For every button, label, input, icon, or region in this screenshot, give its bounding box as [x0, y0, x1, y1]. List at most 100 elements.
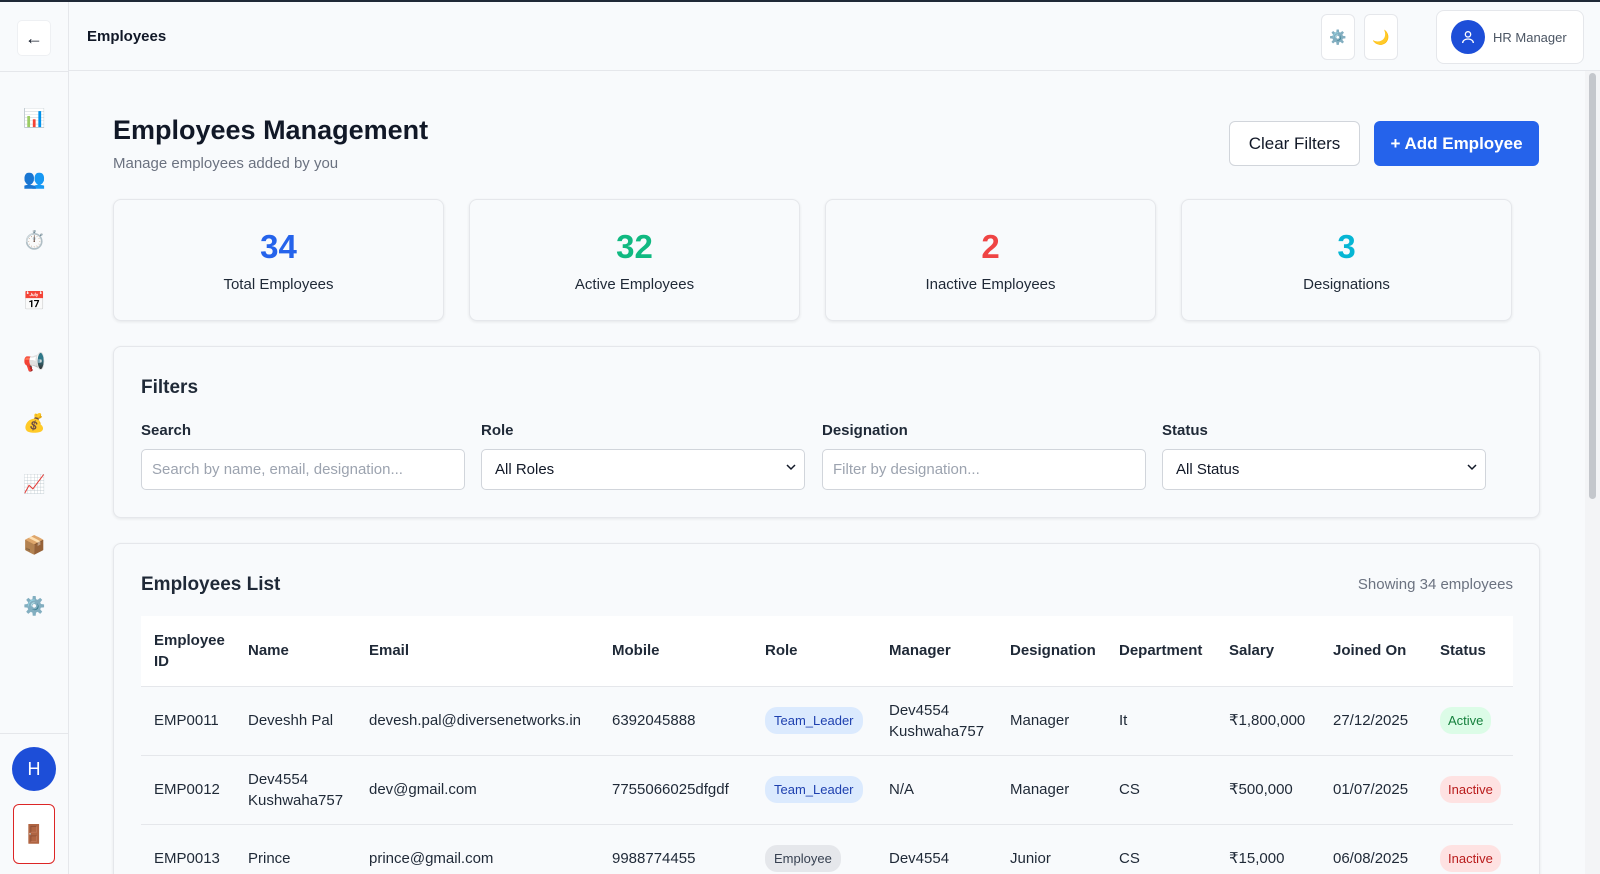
cell-mobile: 9988774455 [599, 824, 752, 874]
cell-employee-id: EMP0013 [141, 824, 235, 874]
page-scrollbar[interactable] [1585, 71, 1600, 874]
role-select[interactable]: All Roles [481, 449, 805, 490]
cell-employee-id: EMP0012 [141, 755, 235, 825]
door-icon: 🚪 [22, 823, 46, 844]
cell-joined: 27/12/2025 [1320, 686, 1427, 756]
sidebar-item-announcements[interactable]: 📢 [0, 332, 69, 393]
status-select-value: All Status [1176, 461, 1240, 478]
column-header[interactable]: Role [752, 616, 876, 687]
sidebar-item-reports[interactable]: 📈 [0, 454, 69, 515]
cell-department: CS [1106, 824, 1216, 874]
cell-department: It [1106, 686, 1216, 756]
cell-designation: Junior [997, 824, 1106, 874]
cell-name: Dev4554 Kushwaha757 [235, 755, 356, 825]
search-label: Search [141, 422, 192, 439]
cell-role: Employee [752, 824, 876, 874]
stat-value: 32 [616, 228, 653, 265]
status-select[interactable]: All Status [1162, 449, 1486, 490]
column-header[interactable]: Mobile [599, 616, 752, 687]
sidebar-item-settings[interactable]: ⚙️ [0, 576, 69, 637]
stat-card-inactive: 2 Inactive Employees [825, 199, 1156, 321]
avatar[interactable]: H [12, 747, 56, 791]
sidebar-item-dashboard[interactable]: 📊 [0, 88, 69, 149]
cell-status: Inactive [1427, 824, 1513, 874]
column-header[interactable]: Joined On [1320, 616, 1427, 687]
cell-salary: ₹15,000 [1216, 824, 1320, 874]
stat-label: Total Employees [223, 276, 334, 293]
sidebar-item-attendance[interactable]: ⏱️ [0, 210, 69, 271]
moon-icon: 🌙 [1372, 28, 1390, 45]
column-header[interactable]: Employee ID [141, 616, 235, 687]
sidebar-divider [0, 733, 69, 734]
gear-icon: ⚙️ [1329, 28, 1347, 45]
designation-input[interactable]: Filter by designation... [822, 449, 1146, 490]
cell-designation: Manager [997, 686, 1106, 756]
stat-value: 34 [260, 228, 297, 265]
column-header[interactable]: Name [235, 616, 356, 687]
stat-card-total: 34 Total Employees [113, 199, 444, 321]
cell-email: devesh.pal@diversenetworks.in [356, 686, 599, 756]
cell-status: Inactive [1427, 755, 1513, 825]
list-title: Employees List [141, 574, 281, 595]
sidebar-item-calendar[interactable]: 📅 [0, 271, 69, 332]
role-badge: Employee [765, 845, 841, 872]
cell-role: Team_Leader [752, 755, 876, 825]
stat-label: Designations [1303, 276, 1390, 293]
cell-role: Team_Leader [752, 686, 876, 756]
top-header: Employees ⚙️ 🌙 HR Manager [69, 2, 1600, 71]
filters-title: Filters [141, 377, 199, 398]
stat-value: 3 [1337, 228, 1356, 265]
cell-salary: ₹1,800,000 [1216, 686, 1320, 756]
sidebar: ← 📊 👥 ⏱️ 📅 📢 💰 📈 📦 ⚙️ H 🚪 [0, 2, 69, 874]
cell-manager: Dev4554 Kushwaha757 [876, 686, 997, 756]
search-input[interactable]: Search by name, email, designation... [141, 449, 465, 490]
sidebar-item-payroll[interactable]: 💰 [0, 393, 69, 454]
status-badge: Inactive [1440, 845, 1501, 872]
column-header[interactable]: Designation [997, 616, 1106, 687]
user-menu[interactable]: HR Manager [1436, 10, 1584, 64]
column-header[interactable]: Department [1106, 616, 1216, 687]
employee-count: Showing 34 employees [1357, 576, 1513, 593]
package-icon: 📦 [23, 535, 46, 555]
column-header[interactable]: Status [1427, 616, 1513, 687]
user-role-label: HR Manager [1493, 29, 1567, 45]
arrow-left-icon: ← [25, 27, 43, 48]
cell-mobile: 6392045888 [599, 686, 752, 756]
settings-button[interactable]: ⚙️ [1321, 14, 1355, 60]
main-content: Employees Management Manage employees ad… [69, 71, 1585, 874]
cell-joined: 06/08/2025 [1320, 824, 1427, 874]
calendar-icon: 📅 [23, 291, 46, 311]
column-header[interactable]: Salary [1216, 616, 1320, 687]
table-row[interactable]: EMP0012 Dev4554 Kushwaha757 dev@gmail.co… [141, 755, 1513, 825]
stat-label: Active Employees [574, 276, 695, 293]
page-title: Employees Management [113, 115, 429, 145]
clear-filters-button[interactable]: Clear Filters [1229, 121, 1360, 166]
table-row[interactable]: EMP0011 Deveshh Pal devesh.pal@diversene… [141, 686, 1513, 756]
scrollbar-thumb[interactable] [1589, 73, 1596, 499]
column-header[interactable]: Email [356, 616, 599, 687]
logout-button[interactable]: 🚪 [13, 804, 55, 864]
stat-card-designations: 3 Designations [1181, 199, 1512, 321]
users-icon: 👥 [23, 169, 46, 189]
cell-joined: 01/07/2025 [1320, 755, 1427, 825]
cell-department: CS [1106, 755, 1216, 825]
sidebar-item-assets[interactable]: 📦 [0, 515, 69, 576]
stat-value: 2 [981, 228, 1000, 265]
cell-employee-id: EMP0011 [141, 686, 235, 756]
chevron-down-icon [1467, 462, 1477, 475]
role-badge: Team_Leader [765, 707, 863, 734]
cell-manager: Dev4554 [876, 824, 997, 874]
column-header[interactable]: Manager [876, 616, 997, 687]
cell-mobile: 7755066025dfgdf [599, 755, 752, 825]
back-button[interactable]: ← [18, 21, 50, 55]
status-badge: Active [1440, 707, 1492, 734]
stat-card-active: 32 Active Employees [469, 199, 800, 321]
add-employee-button[interactable]: + Add Employee [1374, 121, 1539, 166]
table-row[interactable]: EMP0013 Prince prince@gmail.com 99887744… [141, 824, 1513, 874]
role-select-value: All Roles [495, 461, 555, 478]
theme-toggle-button[interactable]: 🌙 [1364, 14, 1398, 60]
stat-label: Inactive Employees [925, 276, 1056, 293]
cell-email: prince@gmail.com [356, 824, 599, 874]
cell-manager: N/A [876, 755, 997, 825]
sidebar-item-employees[interactable]: 👥 [0, 149, 69, 210]
